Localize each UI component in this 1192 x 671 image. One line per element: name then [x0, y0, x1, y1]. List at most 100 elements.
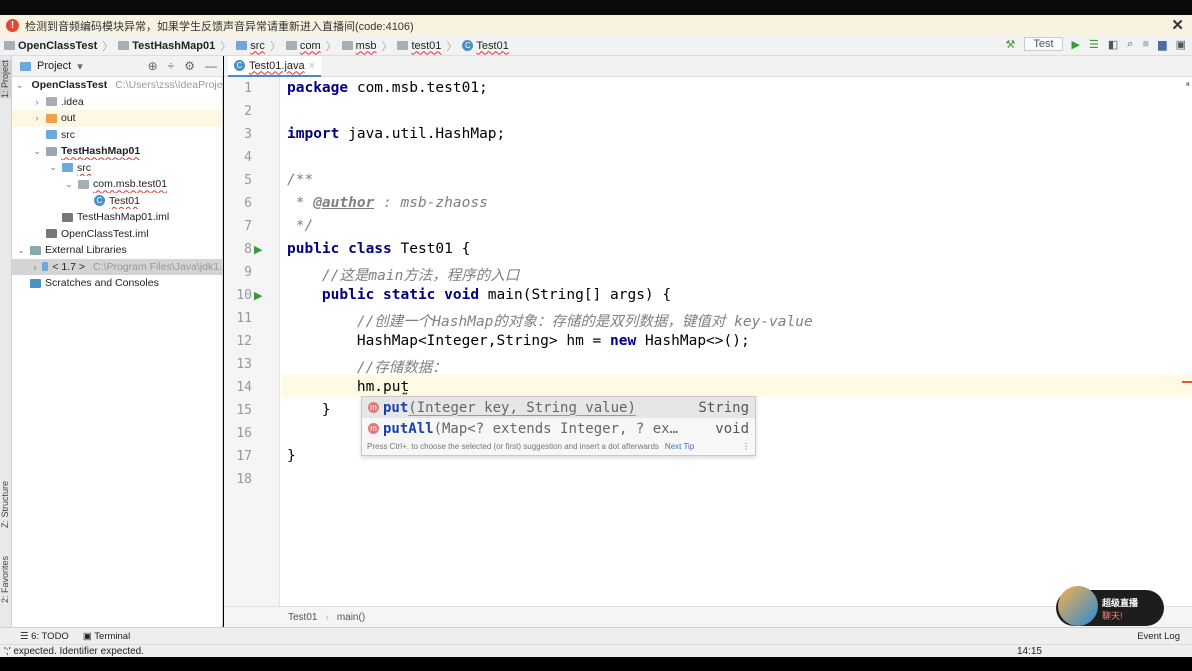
- scratch-icon: [30, 278, 41, 288]
- folder-blue-icon: [62, 163, 73, 173]
- tree-item[interactable]: src: [12, 127, 222, 144]
- structure-tool-button[interactable]: Z: Structure: [0, 481, 12, 528]
- close-tab-icon[interactable]: ×: [309, 60, 315, 72]
- tree-item[interactable]: ⌄ com.msb.test01: [12, 176, 222, 193]
- notification-text: 检测到音频编码模块异常，如果学生反馈声音异常请重新进入直播间(code:4106…: [25, 20, 414, 33]
- completion-hint: Press Ctrl+. to choose the selected (or …: [367, 442, 750, 451]
- crumb-project[interactable]: OpenClassTest 〉: [4, 38, 115, 54]
- hide-icon[interactable]: —: [205, 59, 217, 73]
- chevron-down-icon[interactable]: ▾: [77, 60, 83, 73]
- tree-item[interactable]: ⌄ OpenClassTest C:\Users\zss\IdeaProjec: [12, 77, 222, 94]
- tree-item[interactable]: TestHashMap01.iml: [12, 209, 222, 226]
- terminal-tool-button[interactable]: ▣ Terminal: [83, 631, 130, 642]
- todo-tool-button[interactable]: ☰ 6: TODO: [20, 631, 69, 642]
- expand-arrow-icon[interactable]: ›: [32, 97, 42, 107]
- method-icon: m: [368, 402, 379, 413]
- line-number: 7: [244, 219, 252, 234]
- code-line: */: [287, 218, 314, 234]
- tree-item-label: com.msb.test01: [93, 178, 168, 191]
- live-sub: 聊天!: [1102, 611, 1123, 621]
- warning-icon: !: [6, 19, 19, 32]
- iml-icon: [46, 229, 57, 239]
- jdk-icon: [41, 262, 49, 272]
- expand-arrow-icon[interactable]: ⌄: [16, 245, 26, 256]
- completion-item[interactable]: m putAll (Map<? extends Integer, ? ex… void: [362, 418, 755, 439]
- tree-item[interactable]: ⌄ TestHashMap01: [12, 143, 222, 160]
- tree-item[interactable]: ⌄ External Libraries: [12, 242, 222, 259]
- tree-item[interactable]: Scratches and Consoles: [12, 275, 222, 292]
- run-gutter-icon[interactable]: ▶: [254, 243, 262, 256]
- breadcrumb-class[interactable]: Test01: [288, 612, 317, 623]
- tree-item-label: out: [61, 112, 76, 125]
- profile-icon[interactable]: ⌕: [1127, 38, 1133, 51]
- coverage-icon[interactable]: ◧: [1108, 38, 1118, 51]
- folder-icon: [46, 97, 57, 107]
- expand-arrow-icon[interactable]: ⌄: [16, 80, 24, 91]
- crumb-class[interactable]: C Test01: [462, 40, 509, 52]
- crumb-msb[interactable]: msb 〉: [341, 38, 395, 54]
- more-icon[interactable]: ⋮: [742, 442, 750, 451]
- crumb-label: msb: [355, 39, 377, 52]
- gear-icon[interactable]: ⚙: [184, 59, 195, 73]
- stop-icon[interactable]: ■: [1142, 38, 1149, 50]
- package-icon: [78, 179, 89, 189]
- code-line: //这是main方法，程序的入口: [287, 268, 520, 284]
- line-number: 15: [236, 403, 252, 418]
- tree-item[interactable]: ⌄ src: [12, 160, 222, 177]
- favorites-tool-button[interactable]: 2: Favorites: [0, 556, 12, 603]
- line-number: 12: [236, 334, 252, 349]
- expand-arrow-icon[interactable]: ⌄: [48, 162, 58, 173]
- completion-popup: m put (Integer key, String value) String mp…: [361, 396, 756, 456]
- next-tip-link[interactable]: Next Tip: [665, 442, 694, 451]
- tab-label: Test01.java: [249, 59, 305, 72]
- completion-item[interactable]: m put (Integer key, String value) String: [362, 397, 755, 418]
- locate-icon[interactable]: ⊕: [148, 59, 158, 73]
- error-marker[interactable]: [1182, 381, 1192, 383]
- collapse-icon[interactable]: ÷: [168, 59, 175, 73]
- tree-item-label: Scratches and Consoles: [45, 277, 159, 290]
- tree-item[interactable]: OpenClassTest.iml: [12, 226, 222, 243]
- breadcrumb-method[interactable]: main(): [337, 612, 365, 623]
- expand-arrow-icon[interactable]: ⌄: [64, 179, 74, 190]
- folder-orange-icon: [46, 113, 57, 123]
- expand-arrow-icon[interactable]: ›: [32, 113, 42, 123]
- tree-item[interactable]: › .idea: [12, 94, 222, 111]
- run-gutter-icon[interactable]: ▶: [254, 289, 262, 302]
- debug-icon[interactable]: ☰: [1089, 38, 1099, 51]
- class-icon: C: [462, 40, 474, 51]
- folder-icon: [341, 41, 353, 50]
- code-line: }: [287, 448, 296, 464]
- tree-item[interactable]: › out: [12, 110, 222, 127]
- clock: 14:15: [1016, 645, 1042, 657]
- bottom-tool-strip: ☰ 6: TODO ▣ Terminal Event Log: [0, 627, 1192, 644]
- project-view-select[interactable]: Project: [37, 60, 71, 72]
- crumb-src[interactable]: src 〉: [236, 38, 283, 54]
- terminal-icon[interactable]: ▣: [1176, 38, 1186, 51]
- expand-arrow-icon[interactable]: ›: [32, 262, 38, 272]
- run-icon[interactable]: ▶: [1072, 38, 1080, 51]
- close-icon[interactable]: ✕: [1171, 16, 1184, 34]
- project-structure-icon[interactable]: ▆: [1158, 38, 1166, 51]
- line-number: 10: [236, 288, 252, 303]
- build-icon[interactable]: ⚒: [1005, 38, 1015, 51]
- code-line: import java.util.HashMap;: [287, 126, 506, 142]
- crumb-module[interactable]: TestHashMap01 〉: [118, 38, 233, 54]
- tab-test01-java[interactable]: C Test01.java ×: [228, 56, 322, 77]
- tree-item-label: OpenClassTest: [31, 79, 108, 92]
- current-line-highlight: [281, 375, 1192, 397]
- code-editor[interactable]: 1 2 3 4 5 6 7 8 ▶ 9 10 ▶ 11 12 13 14 15 16 17 18 ⏸ package …: [224, 77, 1192, 606]
- crumb-test01[interactable]: test01 〉: [397, 38, 459, 54]
- expand-arrow-icon[interactable]: ⌄: [32, 146, 42, 157]
- gutter: 1 2 3 4 5 6 7 8 ▶ 9 10 ▶ 11 12 13 14 15 16 17 18: [224, 77, 280, 606]
- tree-item[interactable]: C Test01: [12, 193, 222, 210]
- crumb-com[interactable]: com 〉: [285, 38, 339, 54]
- project-tool-button[interactable]: 1: Project: [0, 60, 12, 99]
- live-title: 超级直播: [1102, 598, 1139, 608]
- tree-item-label: src: [61, 128, 75, 141]
- tree-item-label: OpenClassTest.iml: [61, 227, 149, 240]
- event-log-button[interactable]: Event Log: [1137, 631, 1180, 642]
- live-widget[interactable]: 超级直播 聊天!: [1056, 586, 1164, 626]
- tree-item[interactable]: › < 1.7 > C:\Program Files\Java\jdk1.: [12, 258, 222, 275]
- run-config-select[interactable]: Test: [1024, 37, 1063, 51]
- class-icon: C: [94, 195, 105, 207]
